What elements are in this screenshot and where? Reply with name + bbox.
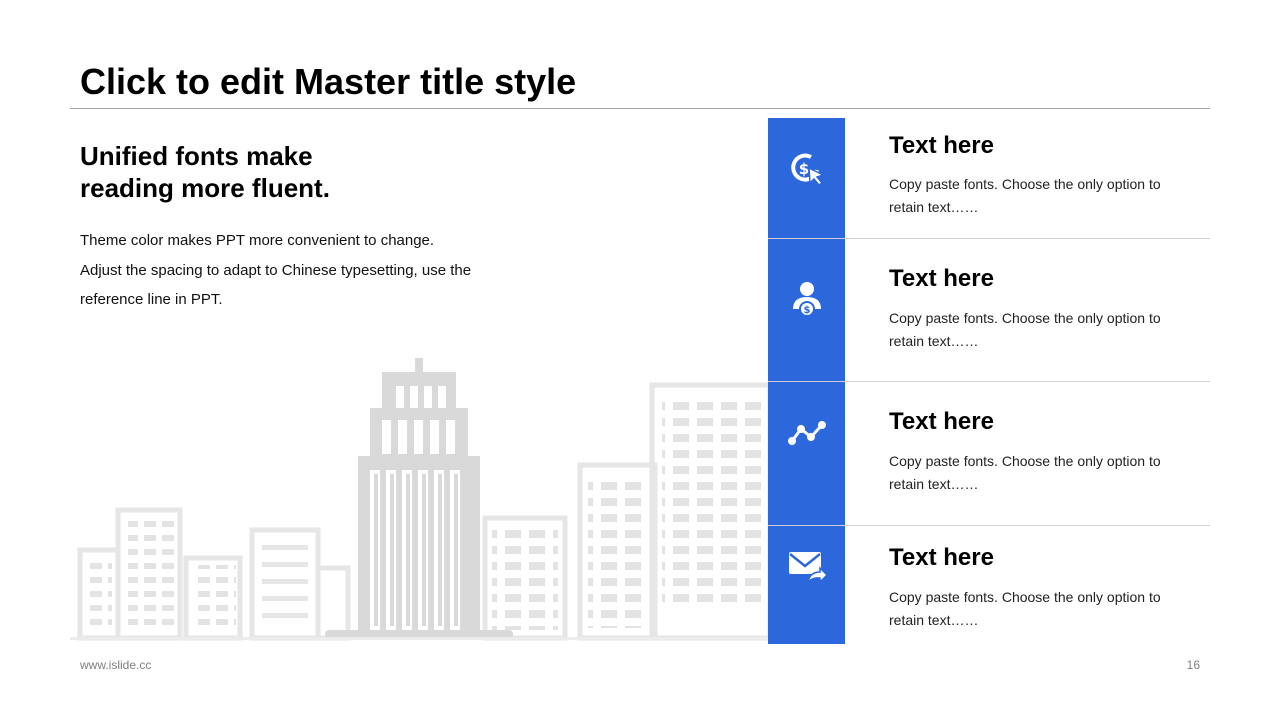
left-body-line-3: reference line in PPT.: [80, 291, 223, 308]
feature-description: Copy paste fonts. Choose the only option…: [889, 310, 1161, 349]
trend-line-icon: [768, 404, 845, 464]
title-underline: [70, 108, 1210, 109]
feature-title: Text here: [889, 265, 994, 292]
mail-forward-icon: [768, 536, 845, 596]
left-body-line-1: Theme color makes PPT more convenient to…: [80, 232, 435, 249]
feature-description: Copy paste fonts. Choose the only option…: [889, 589, 1161, 628]
feature-title: Text here: [889, 544, 994, 571]
slide-title: Click to edit Master title style: [80, 61, 577, 102]
svg-text:$: $: [803, 305, 810, 316]
page-number: 16: [1186, 658, 1200, 672]
left-body-line-2: Adjust the spacing to adapt to Chinese t…: [80, 261, 472, 279]
person-money-icon: $: [768, 269, 845, 329]
left-heading-line-1: Unified fonts make: [80, 141, 313, 171]
feature-item: Text here Copy paste fonts. Choose the o…: [768, 382, 1210, 525]
feature-title: Text here: [889, 408, 994, 435]
feature-title: Text here: [889, 132, 994, 159]
feature-item: $ Text here Copy paste fonts. Choose the…: [768, 118, 1210, 238]
feature-item: Text here Copy paste fonts. Choose the o…: [768, 526, 1210, 644]
left-body: Theme color makes PPT more convenient to…: [80, 226, 540, 315]
feature-item: $ Text here Copy paste fonts. Choose the…: [768, 239, 1210, 381]
dollar-click-icon: $: [768, 138, 845, 198]
city-skyline-illustration: [70, 358, 770, 641]
svg-text:$: $: [798, 160, 808, 178]
feature-description: Copy paste fonts. Choose the only option…: [889, 176, 1161, 215]
left-heading: Unified fonts make reading more fluent.: [80, 140, 500, 204]
footer-url: www.islide.cc: [80, 658, 152, 672]
left-heading-line-2: reading more fluent.: [80, 173, 330, 203]
feature-description: Copy paste fonts. Choose the only option…: [889, 453, 1161, 492]
